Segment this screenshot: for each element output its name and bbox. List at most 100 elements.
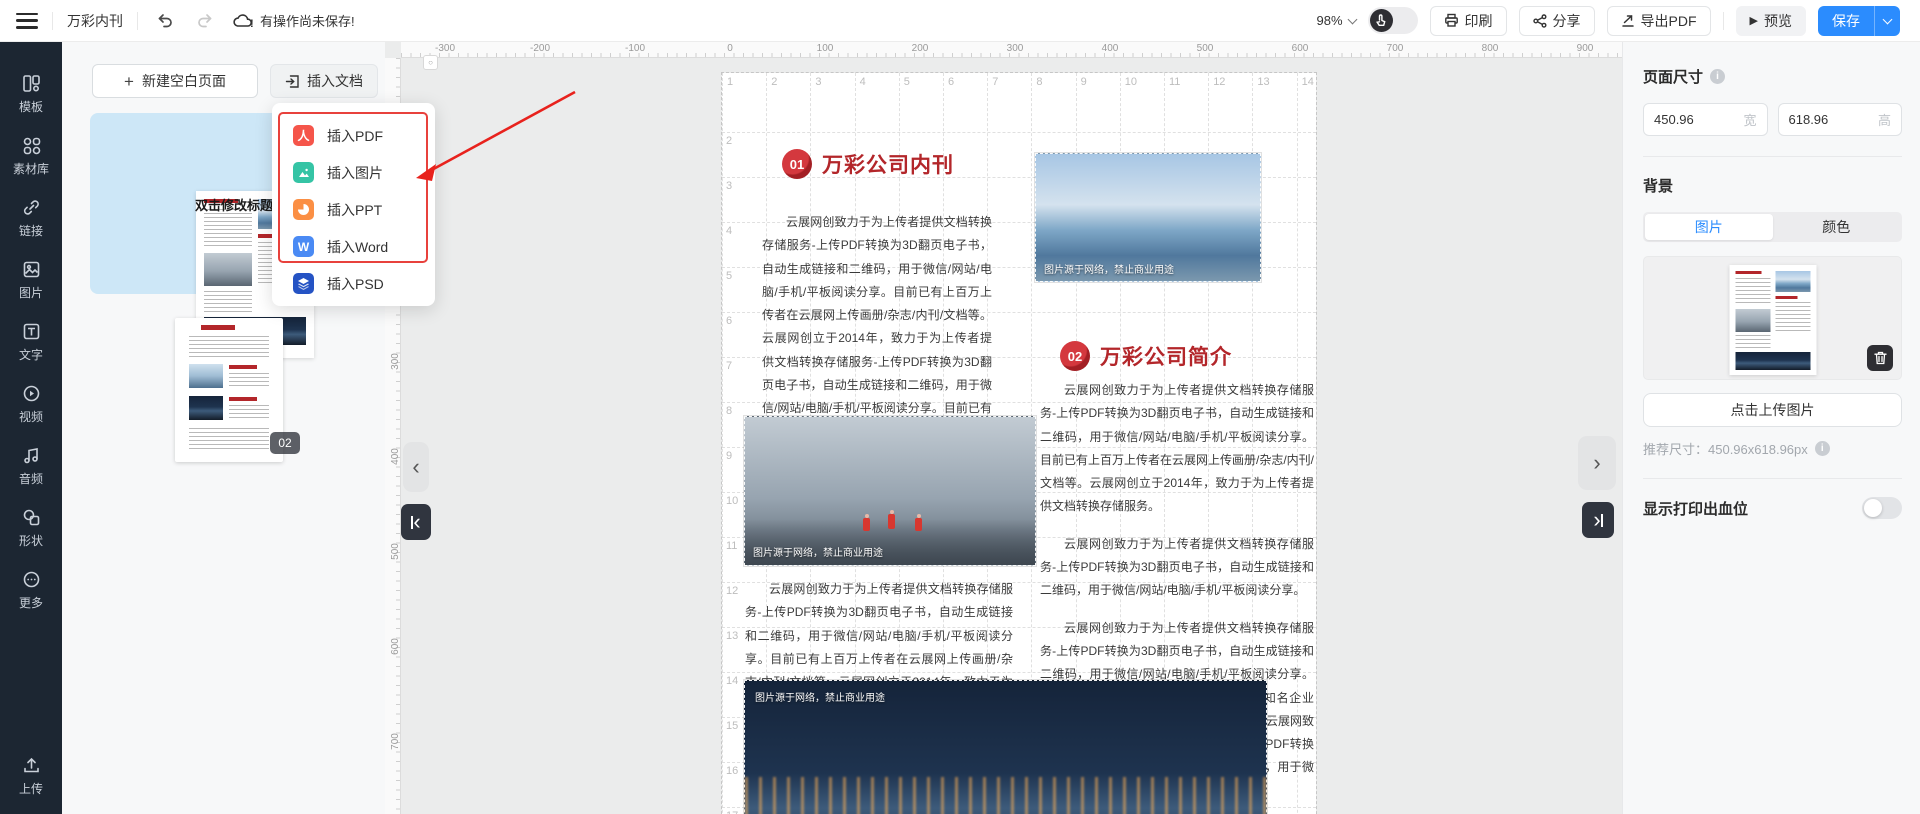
background-image-preview[interactable]: [1643, 256, 1902, 380]
paragraph-right-2[interactable]: 云展网创致力于为上传者提供文档转换存储服务-上传PDF转换为3D翻页电子书，自动…: [1040, 533, 1314, 603]
new-blank-page-button[interactable]: + 新建空白页面: [92, 64, 258, 98]
audio-icon: [22, 446, 41, 465]
export-pdf-button[interactable]: 导出PDF: [1607, 6, 1711, 36]
touch-icon: [1370, 9, 1393, 32]
grid-column: 1: [722, 73, 723, 814]
svg-text:!: !: [250, 18, 254, 30]
sidebar-label: 视频: [19, 408, 43, 425]
ruler-h-label: 800: [1482, 43, 1499, 54]
share-button[interactable]: 分享: [1519, 6, 1595, 36]
info-icon[interactable]: i: [1710, 69, 1725, 84]
section-2-title[interactable]: 02 万彩公司简介: [1060, 341, 1232, 371]
save-options-caret[interactable]: [1875, 19, 1900, 23]
editor-canvas[interactable]: -300-200-1000100200300400500600700800900…: [385, 42, 1622, 814]
menu-icon[interactable]: [16, 13, 38, 29]
link-icon: [22, 198, 41, 217]
app-window: 万彩内刊 ! 有操作尚未保存!: [0, 0, 1920, 814]
sidebar-item-upload[interactable]: 上传: [0, 746, 62, 808]
psd-file-icon: [293, 273, 314, 294]
touch-mode-toggle[interactable]: [1368, 7, 1418, 34]
sidebar-item-links[interactable]: 链接: [0, 188, 62, 250]
section-1-title[interactable]: 01 万彩公司内刊: [782, 149, 954, 179]
sidebar-item-video[interactable]: 视频: [0, 374, 62, 436]
menu-item-insert-image[interactable]: 插入图片: [272, 154, 435, 191]
menu-item-insert-ppt[interactable]: 插入PPT: [272, 191, 435, 228]
delete-background-button[interactable]: [1867, 345, 1893, 371]
chevron-right-icon: ›: [1593, 509, 1600, 531]
ruler-h-label: 500: [1197, 43, 1214, 54]
sidebar-item-assets[interactable]: 素材库: [0, 126, 62, 188]
divider: [52, 12, 53, 30]
first-page-button[interactable]: ‹: [401, 504, 431, 540]
width-suffix: 宽: [1743, 110, 1756, 129]
sidebar-item-images[interactable]: 图片: [0, 250, 62, 312]
photo-city-river[interactable]: 图片源于网络，禁止商业用途: [1035, 153, 1261, 282]
assets-icon: [22, 136, 41, 155]
save-status: ! 有操作尚未保存!: [232, 8, 355, 34]
chevron-down-icon: [1883, 14, 1893, 24]
ppt-file-icon: [293, 199, 314, 220]
ruler-v-label: 300: [390, 353, 401, 370]
info-icon[interactable]: i: [1815, 441, 1830, 456]
menu-item-insert-word[interactable]: W 插入Word: [272, 228, 435, 265]
tab-background-color[interactable]: 颜色: [1773, 214, 1901, 240]
ruler-h-label: 200: [912, 43, 929, 54]
menu-item-insert-psd[interactable]: 插入PSD: [272, 265, 435, 302]
recommended-size: 推荐尺寸：450.96x618.96px i: [1643, 439, 1902, 458]
ruler-horizontal: -300-200-1000100200300400500600700800900: [401, 42, 1622, 58]
ruler-h-label: 600: [1292, 43, 1309, 54]
save-label: 保存: [1818, 11, 1874, 31]
chevron-down-icon: [1347, 14, 1357, 24]
divider: [1643, 156, 1902, 157]
sidebar-item-shapes[interactable]: 形状: [0, 498, 62, 560]
sidebar-item-more[interactable]: 更多: [0, 560, 62, 622]
print-button[interactable]: 印刷: [1430, 6, 1507, 36]
ruler-origin-toggle[interactable]: ○: [423, 55, 438, 70]
prev-page-button[interactable]: ‹: [403, 442, 429, 492]
menu-item-label: 插入PSD: [327, 274, 384, 294]
ruler-h-label: 400: [1102, 43, 1119, 54]
save-button[interactable]: 保存: [1818, 6, 1900, 36]
document-page[interactable]: 1234567891011121314234567891011121314151…: [722, 73, 1316, 814]
redo-icon[interactable]: [192, 8, 218, 34]
share-icon: [1533, 14, 1547, 28]
photo-caption: 图片源于网络，禁止商业用途: [753, 544, 883, 559]
preview-button[interactable]: ▶ 预览: [1736, 6, 1806, 36]
width-value: 450.96: [1654, 112, 1694, 127]
ruler-v-label: 400: [390, 448, 401, 465]
photo-foggy-road[interactable]: 图片源于网络，禁止商业用途: [744, 416, 1036, 566]
sidebar-label: 图片: [19, 284, 43, 301]
sidebar-item-templates[interactable]: 模板: [0, 64, 62, 126]
insert-document-button[interactable]: 插入文档: [270, 64, 378, 98]
last-page-button[interactable]: ›: [1582, 502, 1614, 538]
background-tabs: 图片 颜色: [1643, 212, 1902, 242]
ruler-v-label: 700: [390, 733, 401, 750]
recommend-text: 推荐尺寸：450.96x618.96px: [1643, 439, 1808, 458]
menu-item-insert-pdf[interactable]: 人 插入PDF: [272, 117, 435, 154]
thumbnail-edit-hint: 双击修改标题: [195, 195, 273, 214]
bleed-toggle[interactable]: [1862, 497, 1902, 519]
page-thumbnail-2[interactable]: [175, 318, 283, 462]
play-icon: ▶: [1750, 14, 1758, 27]
sidebar-label: 形状: [19, 532, 43, 549]
word-file-icon: W: [293, 236, 314, 257]
sidebar-item-audio[interactable]: 音频: [0, 436, 62, 498]
sidebar-label: 模板: [19, 98, 43, 115]
paragraph-right-1[interactable]: 云展网创致力于为上传者提供文档转换存储服务-上传PDF转换为3D翻页电子书，自动…: [1040, 379, 1314, 519]
text-icon: [22, 322, 41, 341]
export-pdf-label: 导出PDF: [1641, 11, 1697, 31]
sidebar-item-text[interactable]: 文字: [0, 312, 62, 374]
page-height-input[interactable]: 618.96 高: [1778, 103, 1903, 136]
tab-background-image[interactable]: 图片: [1645, 214, 1773, 240]
next-page-button[interactable]: ›: [1578, 436, 1616, 490]
undo-icon[interactable]: [152, 8, 178, 34]
background-thumbnail: [1729, 265, 1816, 375]
divider: [1723, 12, 1724, 30]
background-label: 背景: [1643, 175, 1902, 196]
print-label: 印刷: [1465, 11, 1493, 31]
page-width-input[interactable]: 450.96 宽: [1643, 103, 1768, 136]
photo-night-city[interactable]: 图片源于网络，禁止商业用途: [744, 680, 1267, 814]
menu-item-label: 插入PPT: [327, 200, 382, 220]
zoom-level-dropdown[interactable]: 98%: [1317, 13, 1356, 28]
upload-image-button[interactable]: 点击上传图片: [1643, 393, 1902, 427]
